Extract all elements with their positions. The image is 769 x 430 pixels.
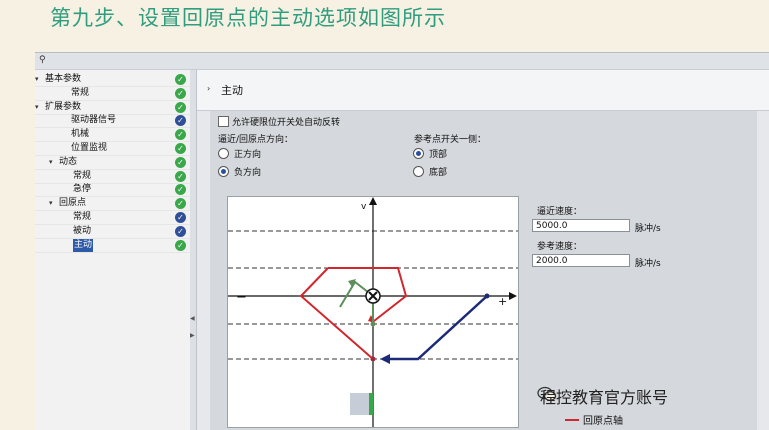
collapse-right-icon[interactable]: ▶	[190, 332, 195, 339]
legend-label: 回原点轴	[583, 416, 623, 427]
collapse-left-icon[interactable]: ◀	[190, 315, 195, 322]
reference-path-left	[299, 267, 374, 360]
tree-item[interactable]: ▾ 基本参数 ✓	[35, 73, 190, 87]
tree-item-label: 基本参数	[45, 74, 82, 84]
approach-speed-input[interactable]: 5000.0	[532, 219, 630, 232]
tree-item[interactable]: ▾ 扩展参数 ✓	[35, 101, 190, 115]
tree-item-label: 扩展参数	[45, 101, 82, 112]
section-title: 主动	[221, 84, 243, 97]
legend-line	[565, 419, 579, 421]
ref-switch-marker	[369, 393, 373, 415]
tree-item[interactable]: 机械 ✓	[35, 128, 190, 143]
ref-switch-point	[370, 356, 376, 362]
ref-speed-input[interactable]: 2000.0	[532, 254, 630, 267]
status-check-icon: ✓	[175, 198, 186, 210]
tree-item-label: 常规	[71, 87, 90, 98]
slide-title: 第九步、设置回原点的主动选项如图所示	[50, 6, 446, 30]
status-check-icon: ✓	[175, 170, 186, 182]
nav-tree: ▾ 基本参数 ✓ 常规 ✓ ▾ 扩展参数 ✓ 驱动器信号 ✓ 机械 ✓ 位置监视 ✓ ▾ 动态 ✓ 常规 ✓ 急停 ✓ ▾…	[35, 70, 191, 430]
ref-switch-block	[350, 393, 370, 415]
plus-sign: +	[498, 295, 507, 308]
tree-item[interactable]: ▾ 动态 ✓	[35, 156, 190, 170]
toolbar: ⚲	[35, 53, 769, 70]
approach-dir-positive-radio[interactable]	[218, 148, 229, 159]
expand-icon[interactable]: ›	[207, 84, 210, 93]
approach-path	[388, 295, 488, 361]
tree-item-label: 常规	[73, 170, 92, 181]
tree-item-label: 被动	[73, 225, 92, 236]
tree-item-label: 回原点	[59, 198, 87, 209]
ref-side-label: 参考点开关一侧：	[414, 135, 487, 145]
auto-reverse-label: 允许硬限位开关处自动反转	[232, 118, 341, 128]
expand-arrow-icon[interactable]: ▾	[35, 101, 39, 114]
status-check-icon: ✓	[175, 87, 186, 99]
tree-item-label: 位置监视	[71, 143, 108, 153]
tree-item[interactable]: 常规 ✓	[35, 170, 190, 184]
status-check-icon: ✓	[175, 74, 186, 85]
status-check-icon: ✓	[175, 212, 186, 223]
tree-item-label: 急停	[73, 184, 92, 195]
tree-item[interactable]: 常规 ✓	[35, 211, 190, 225]
ref-side-bottom-label: 底部	[429, 168, 448, 178]
expand-arrow-icon[interactable]: ▾	[49, 156, 53, 169]
status-check-icon: ✓	[175, 101, 186, 113]
tree-item[interactable]: 被动 ✓	[35, 225, 190, 239]
tree-item-label: 机械	[71, 129, 90, 140]
options-icon[interactable]: ⚲	[39, 55, 46, 65]
approach-arrow	[380, 354, 390, 364]
home-point	[370, 321, 376, 327]
section-header[interactable]: › 主动	[197, 70, 769, 111]
tree-item-label: 驱动器信号	[71, 115, 117, 126]
approach-dir-label: 逼近/回原点方向：	[218, 135, 294, 145]
splitter[interactable]: ◀ ▶	[190, 70, 197, 430]
start-point	[484, 293, 490, 299]
watermark-text: 程控教育官方账号	[540, 388, 669, 407]
status-check-icon: ✓	[175, 239, 186, 251]
minus-sign: −	[236, 290, 247, 305]
approach-dir-negative-radio[interactable]	[218, 166, 229, 177]
tree-item[interactable]: 主动 ✓	[35, 238, 190, 253]
tree-item[interactable]: ▾ 回原点 ✓	[35, 197, 190, 212]
homing-diagram-svg: v s − +	[228, 197, 518, 427]
auto-reverse-checkbox[interactable]	[218, 116, 229, 127]
ref-speed-label: 参考速度：	[537, 242, 583, 252]
ref-side-bottom-radio[interactable]	[413, 166, 424, 177]
approach-dir-positive-label: 正方向	[234, 150, 262, 160]
tree-item-label: 常规	[73, 212, 92, 222]
status-check-icon: ✓	[175, 129, 186, 141]
status-check-icon: ✓	[175, 225, 186, 237]
status-check-icon: ✓	[175, 184, 186, 196]
status-check-icon: ✓	[175, 115, 186, 127]
tree-item-label: 主动	[73, 238, 94, 252]
home-path	[339, 280, 374, 324]
ref-side-top-radio[interactable]	[413, 148, 424, 159]
v-axis-arrow	[369, 197, 377, 205]
expand-arrow-icon[interactable]: ▾	[35, 73, 39, 86]
expand-arrow-icon[interactable]: ▾	[49, 197, 53, 210]
status-check-icon: ✓	[175, 156, 186, 168]
tree-item[interactable]: 驱动器信号 ✓	[35, 114, 190, 129]
approach-speed-label: 逼近速度：	[537, 207, 583, 217]
tree-item-label: 动态	[59, 156, 78, 167]
homing-diagram: v s − +	[227, 196, 519, 428]
status-check-icon: ✓	[175, 143, 186, 154]
ref-speed-unit: 脉冲/s	[635, 259, 661, 269]
tree-item[interactable]: 常规 ✓	[35, 87, 190, 101]
ref-side-top-label: 顶部	[429, 150, 448, 160]
tree-item[interactable]: 急停 ✓	[35, 183, 190, 198]
tree-item[interactable]: 位置监视 ✓	[35, 142, 190, 156]
approach-dir-negative-label: 负方向	[234, 168, 262, 178]
approach-speed-unit: 脉冲/s	[635, 224, 661, 234]
s-axis-arrow	[509, 292, 517, 300]
v-axis-label: v	[361, 202, 367, 212]
